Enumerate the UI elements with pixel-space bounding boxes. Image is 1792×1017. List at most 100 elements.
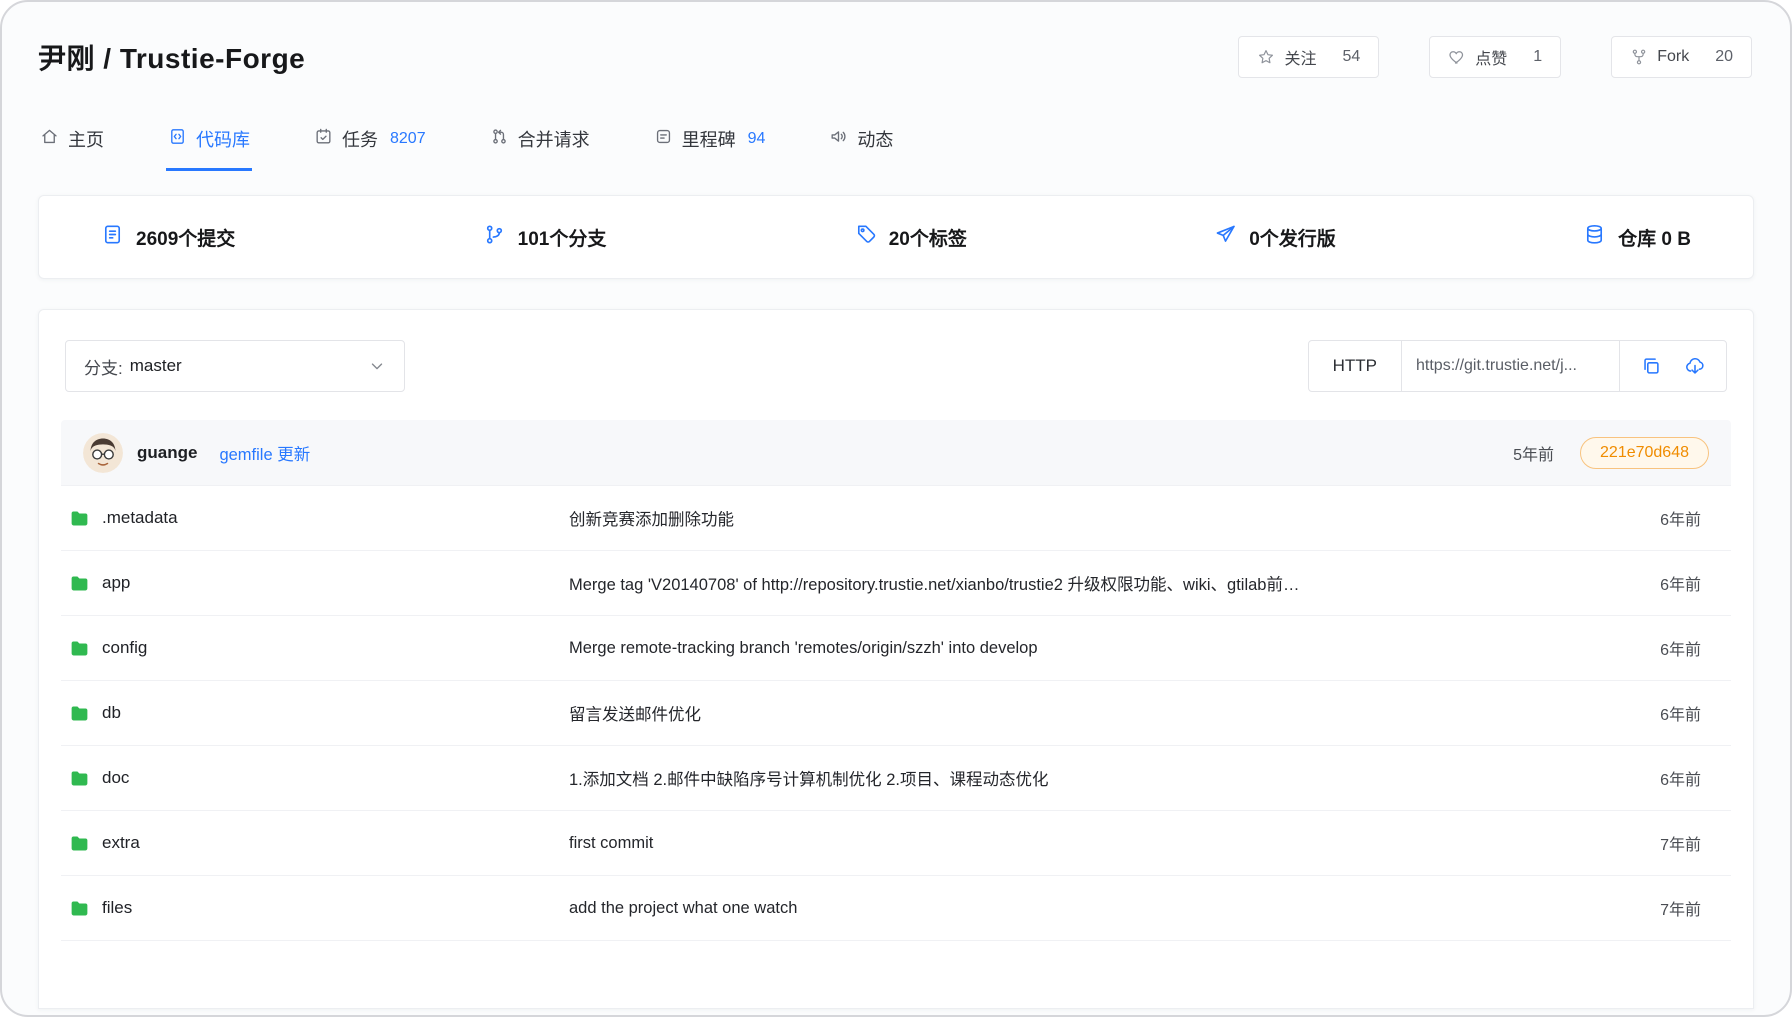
like-button[interactable]: 点赞 1 xyxy=(1429,36,1561,78)
clone-url-group: HTTP https://git.trustie.net/j... xyxy=(1308,340,1727,392)
folder-icon xyxy=(69,768,90,789)
chevron-down-icon xyxy=(368,357,386,375)
folder-icon xyxy=(69,898,90,919)
fork-icon xyxy=(1630,48,1648,66)
merge-request-icon xyxy=(490,127,509,151)
file-name-link[interactable]: files xyxy=(69,898,569,919)
file-commit-message[interactable]: 创新竞赛添加删除功能 xyxy=(569,506,1601,530)
tab-tasks-badge: 8207 xyxy=(390,130,426,148)
table-row: extra first commit 7年前 xyxy=(61,811,1731,876)
home-icon xyxy=(40,127,59,151)
tab-home[interactable]: 主页 xyxy=(38,118,106,171)
commit-time: 5年前 xyxy=(1513,441,1554,465)
tab-home-label: 主页 xyxy=(68,126,104,152)
folder-icon xyxy=(69,573,90,594)
file-name-link[interactable]: .metadata xyxy=(69,508,569,529)
app-window: 尹刚 / Trustie-Forge 关注 54 点赞 1 For xyxy=(0,0,1792,1017)
heart-icon xyxy=(1448,48,1466,66)
commit-sha-badge[interactable]: 221e70d648 xyxy=(1580,437,1709,469)
browser-toolbar: 分支: master HTTP https://git.trustie.net/… xyxy=(61,340,1731,392)
file-name-link[interactable]: app xyxy=(69,573,569,594)
cloud-download-icon[interactable] xyxy=(1684,355,1706,377)
folder-icon xyxy=(69,833,90,854)
commit-author[interactable]: guange xyxy=(137,443,197,463)
repo-browser-card: 分支: master HTTP https://git.trustie.net/… xyxy=(38,309,1754,1009)
file-commit-message[interactable]: Merge tag 'V20140708' of http://reposito… xyxy=(569,571,1601,595)
file-name-link[interactable]: db xyxy=(69,703,569,724)
folder-icon xyxy=(69,508,90,529)
table-row: .metadata 创新竞赛添加删除功能 6年前 xyxy=(61,486,1731,551)
latest-commit-bar: guange gemfile 更新 5年前 221e70d648 xyxy=(61,420,1731,486)
stat-commits[interactable]: 2609个提交 xyxy=(101,223,235,252)
file-commit-message[interactable]: Merge remote-tracking branch 'remotes/or… xyxy=(569,639,1601,658)
file-commit-time: 6年前 xyxy=(1601,636,1721,660)
tab-activity-label: 动态 xyxy=(857,126,893,152)
watch-count: 54 xyxy=(1342,48,1360,66)
commit-doc-icon xyxy=(101,223,124,252)
file-commit-time: 6年前 xyxy=(1601,701,1721,725)
table-row: files add the project what one watch 7年前 xyxy=(61,876,1731,941)
commit-meta: 5年前 221e70d648 xyxy=(1513,437,1709,469)
tab-merge-requests[interactable]: 合并请求 xyxy=(488,118,592,171)
branch-icon xyxy=(483,223,506,252)
tab-milestones[interactable]: 里程碑 94 xyxy=(652,118,768,171)
file-commit-message[interactable]: add the project what one watch xyxy=(569,899,1601,918)
tab-milestones-label: 里程碑 xyxy=(682,126,736,152)
file-commit-message[interactable]: 留言发送邮件优化 xyxy=(569,701,1601,725)
branch-selector-label: 分支: xyxy=(84,354,123,379)
tab-milestones-badge: 94 xyxy=(748,130,766,148)
table-row: app Merge tag 'V20140708' of http://repo… xyxy=(61,551,1731,616)
watch-button[interactable]: 关注 54 xyxy=(1238,36,1379,78)
stat-repo-size-label: 仓库 0 B xyxy=(1618,224,1691,251)
like-label: 点赞 xyxy=(1475,45,1507,69)
milestone-icon xyxy=(654,127,673,151)
tab-code-repo[interactable]: 代码库 xyxy=(166,118,252,171)
tab-activity[interactable]: 动态 xyxy=(827,118,895,171)
code-repo-icon xyxy=(168,127,187,151)
file-commit-message[interactable]: first commit xyxy=(569,834,1601,853)
repo-tabs: 主页 代码库 任务 8207 合并请求 里程碑 94 动态 xyxy=(2,118,1790,171)
repo-header: 尹刚 / Trustie-Forge 关注 54 点赞 1 For xyxy=(2,2,1790,78)
tab-tasks-label: 任务 xyxy=(342,126,378,152)
table-row-partial xyxy=(61,941,1731,1006)
stat-branches-label: 101个分支 xyxy=(518,224,607,251)
file-commit-time: 6年前 xyxy=(1601,506,1721,530)
stat-repo-size[interactable]: 仓库 0 B xyxy=(1583,223,1691,252)
tab-tasks[interactable]: 任务 8207 xyxy=(312,118,428,171)
stat-tags[interactable]: 20个标签 xyxy=(854,223,967,252)
file-commit-time: 6年前 xyxy=(1601,571,1721,595)
file-name-link[interactable]: extra xyxy=(69,833,569,854)
clone-url-field[interactable]: https://git.trustie.net/j... xyxy=(1402,341,1620,391)
commit-message-link[interactable]: gemfile 更新 xyxy=(219,441,310,465)
stat-branches[interactable]: 101个分支 xyxy=(483,223,607,252)
watch-label: 关注 xyxy=(1284,45,1316,69)
clone-action-icons xyxy=(1620,341,1726,391)
activity-icon xyxy=(829,127,848,151)
database-icon xyxy=(1583,223,1606,252)
branch-selector[interactable]: 分支: master xyxy=(65,340,405,392)
stat-releases[interactable]: 0个发行版 xyxy=(1214,223,1336,252)
copy-icon[interactable] xyxy=(1640,355,1662,377)
table-row: db 留言发送邮件优化 6年前 xyxy=(61,681,1731,746)
fork-label: Fork xyxy=(1657,48,1689,66)
stat-releases-label: 0个发行版 xyxy=(1249,224,1336,251)
fork-button[interactable]: Fork 20 xyxy=(1611,36,1752,78)
repo-stats-bar: 2609个提交 101个分支 20个标签 0个发行版 仓库 0 B xyxy=(38,195,1754,279)
file-commit-time: 7年前 xyxy=(1601,831,1721,855)
avatar[interactable] xyxy=(83,433,123,473)
file-commit-time: 7年前 xyxy=(1601,896,1721,920)
table-row: config Merge remote-tracking branch 'rem… xyxy=(61,616,1731,681)
stat-tags-label: 20个标签 xyxy=(889,224,967,251)
star-icon xyxy=(1257,48,1275,66)
branch-selector-value: master xyxy=(130,356,182,376)
clone-protocol-button[interactable]: HTTP xyxy=(1309,341,1402,391)
release-icon xyxy=(1214,223,1237,252)
page-title: 尹刚 / Trustie-Forge xyxy=(38,37,305,77)
header-actions: 关注 54 点赞 1 Fork 20 xyxy=(1238,36,1752,78)
file-commit-time: 6年前 xyxy=(1601,766,1721,790)
file-name-link[interactable]: config xyxy=(69,638,569,659)
file-commit-message[interactable]: 1.添加文档 2.邮件中缺陷序号计算机制优化 2.项目、课程动态优化 xyxy=(569,766,1601,790)
tab-code-repo-label: 代码库 xyxy=(196,126,250,152)
file-name-link[interactable]: doc xyxy=(69,768,569,789)
fork-count: 20 xyxy=(1715,48,1733,66)
